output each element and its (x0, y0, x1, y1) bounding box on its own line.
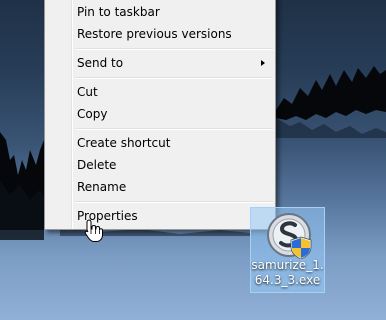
menu-item-label: Create shortcut (77, 136, 171, 150)
menu-item-label: Rename (77, 180, 127, 194)
menu-item-copy[interactable]: Copy (48, 103, 273, 125)
menu-item-label: Send to (77, 56, 124, 70)
samurize-shield-icon (267, 213, 312, 259)
menu-separator (75, 77, 273, 79)
menu-item-label: Restore previous versions (77, 27, 232, 41)
menu-item-properties[interactable]: Properties (48, 205, 273, 227)
menu-item-restore-previous-versions[interactable]: Restore previous versions (48, 23, 273, 45)
menu-item-label: Pin to taskbar (77, 5, 160, 19)
hand-pointer-icon (84, 219, 103, 242)
menu-item-label: Copy (77, 107, 108, 121)
menu-item-label: Delete (77, 158, 117, 172)
menu-item-rename[interactable]: Rename (48, 176, 273, 198)
menu-item-cut[interactable]: Cut (48, 81, 273, 103)
menu-item-pin-to-taskbar[interactable]: Pin to taskbar (48, 1, 273, 23)
menu-separator (75, 128, 273, 130)
submenu-arrow-icon (261, 60, 265, 66)
menu-item-delete[interactable]: Delete (48, 154, 273, 176)
desktop[interactable]: Pin to taskbar Restore previous versions… (0, 0, 386, 320)
context-menu: Pin to taskbar Restore previous versions… (44, 0, 276, 230)
desktop-file-label: samurize_1.64.3_3.exe (251, 258, 324, 287)
desktop-file-icon[interactable]: samurize_1.64.3_3.exe (250, 207, 325, 293)
menu-item-create-shortcut[interactable]: Create shortcut (48, 132, 273, 154)
menu-item-send-to[interactable]: Send to (48, 52, 273, 74)
menu-separator (75, 201, 273, 203)
menu-separator (75, 48, 273, 50)
menu-item-label: Cut (77, 85, 98, 99)
